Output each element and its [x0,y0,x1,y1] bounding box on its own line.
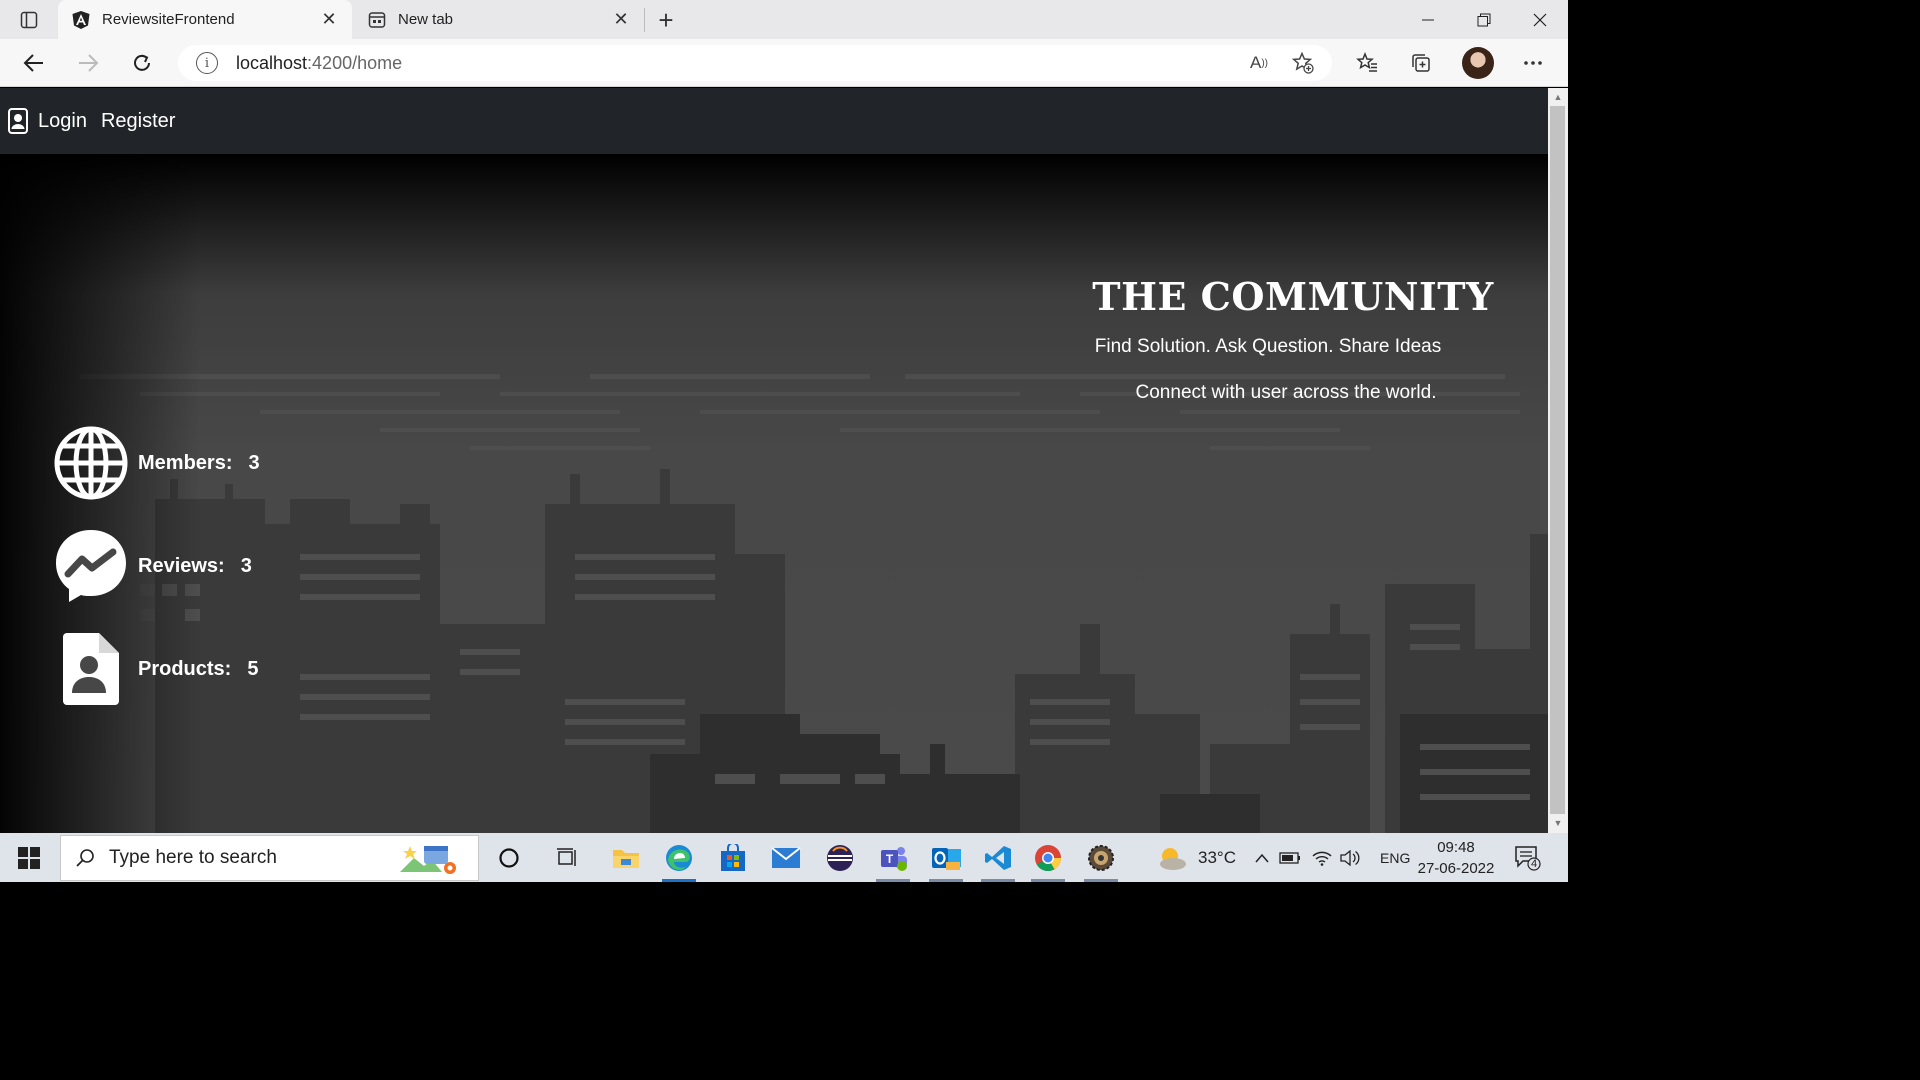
scroll-up-icon[interactable]: ▲ [1552,91,1564,103]
microsoft-store-icon[interactable] [710,837,756,879]
taskbar-clock[interactable]: 09:48 27-06-2022 [1410,837,1502,879]
mail-icon[interactable] [763,837,809,879]
scrollbar-thumb[interactable] [1550,106,1565,814]
page-viewport: Login Register THE COMMUNITY Find Soluti… [0,88,1548,833]
input-language[interactable]: ENG [1380,850,1410,866]
window-close-icon[interactable] [1512,0,1568,39]
browser-tab-strip: ReviewsiteFrontend ✕ New tab ✕ + [0,0,1568,39]
app-navbar: Login Register [0,88,1548,154]
tab-divider [644,8,645,32]
stat-reviews: Reviews: 3 [54,529,252,603]
chrome-icon[interactable] [1025,837,1071,882]
url-path: :4200/home [307,52,403,73]
svg-text:T: T [886,852,894,866]
angular-icon [70,9,92,31]
hero-title: THE COMMUNITY [1092,274,1494,319]
wifi-icon[interactable] [1308,850,1336,866]
search-highlight-icon [400,846,456,874]
site-info-icon[interactable]: i [196,52,218,74]
forward-arrow-icon[interactable] [70,47,106,79]
close-tab-icon[interactable]: ✕ [314,5,344,35]
scroll-down-icon[interactable]: ▼ [1552,817,1564,829]
clock-time: 09:48 [1437,839,1475,856]
address-bar[interactable]: i localhost:4200/home A)) [178,45,1332,81]
search-placeholder: Type here to search [109,847,277,868]
tab-actions-icon[interactable] [14,6,44,34]
stat-members: Members: 3 [54,426,260,500]
show-hidden-icons-chevron-icon[interactable] [1252,853,1272,863]
edge-browser-icon[interactable] [656,837,702,882]
browser-toolbar: i localhost:4200/home A)) [0,39,1568,87]
favorites-icon[interactable] [1350,47,1384,79]
user-badge-icon [6,108,30,134]
app-gear-icon[interactable] [1078,837,1124,882]
refresh-icon[interactable] [124,47,160,79]
newtab-page-icon [366,9,388,31]
url-host: localhost [236,52,308,73]
tab-title: New tab [398,11,454,28]
add-favorite-icon[interactable] [1288,51,1318,75]
outlook-icon[interactable] [923,837,969,882]
clock-date: 27-06-2022 [1417,860,1495,877]
url-text: localhost:4200/home [236,53,402,74]
stat-label: Reviews: [138,554,225,577]
task-view-icon[interactable] [545,837,591,879]
stat-value: 3 [240,554,252,577]
browser-tab-reviewsite[interactable]: ReviewsiteFrontend ✕ [58,0,352,39]
login-link[interactable]: Login [38,110,87,133]
search-icon [75,848,95,868]
cortana-icon[interactable] [486,837,532,879]
close-tab-icon[interactable]: ✕ [606,5,636,35]
weather-temp: 33°C [1198,847,1236,867]
more-menu-icon[interactable] [1516,47,1550,79]
hero-tagline: Find Solution. Ask Question. Share Ideas [1094,336,1442,357]
minimize-icon[interactable] [1400,0,1456,39]
hero-subtitle: Connect with user across the world. [1135,382,1437,403]
globe-icon [54,426,128,500]
stat-label: Members: [138,451,233,474]
stat-label: Products: [138,657,232,680]
battery-icon[interactable] [1272,851,1308,864]
profile-avatar[interactable] [1462,47,1494,79]
document-user-icon [54,632,128,706]
notification-center-icon[interactable]: 4 [1514,845,1542,871]
read-aloud-icon[interactable]: A)) [1244,51,1274,75]
chat-icon [54,529,128,603]
tab-title: ReviewsiteFrontend [102,11,235,28]
notification-count: 4 [1530,858,1538,870]
page-scrollbar[interactable]: ▲ ▼ [1548,88,1568,833]
stat-products: Products: 5 [54,632,258,706]
partly-sunny-icon [1160,847,1186,870]
register-link[interactable]: Register [101,110,175,133]
stat-value: 5 [247,657,259,680]
browser-tab-newtab[interactable]: New tab ✕ [354,0,644,39]
vscode-icon[interactable] [975,837,1021,882]
eclipse-icon[interactable] [817,837,863,879]
teams-icon[interactable]: T [870,837,916,882]
stat-value: 3 [248,451,260,474]
new-tab-icon[interactable]: + [650,4,682,36]
hero-section: THE COMMUNITY Find Solution. Ask Questio… [0,154,1548,833]
file-explorer-icon[interactable] [603,837,649,879]
windows-taskbar: Type here to search T 33°C ENG 09:48 27-… [0,833,1568,882]
volume-icon[interactable] [1336,849,1364,866]
windows-start-icon[interactable] [8,841,50,875]
tray-icons: ENG [1252,833,1410,882]
restore-icon[interactable] [1456,0,1512,39]
collections-icon[interactable] [1404,47,1438,79]
back-arrow-icon[interactable] [16,47,52,79]
weather-widget[interactable]: 33°C [1156,833,1236,882]
taskbar-search-box[interactable]: Type here to search [60,835,479,881]
